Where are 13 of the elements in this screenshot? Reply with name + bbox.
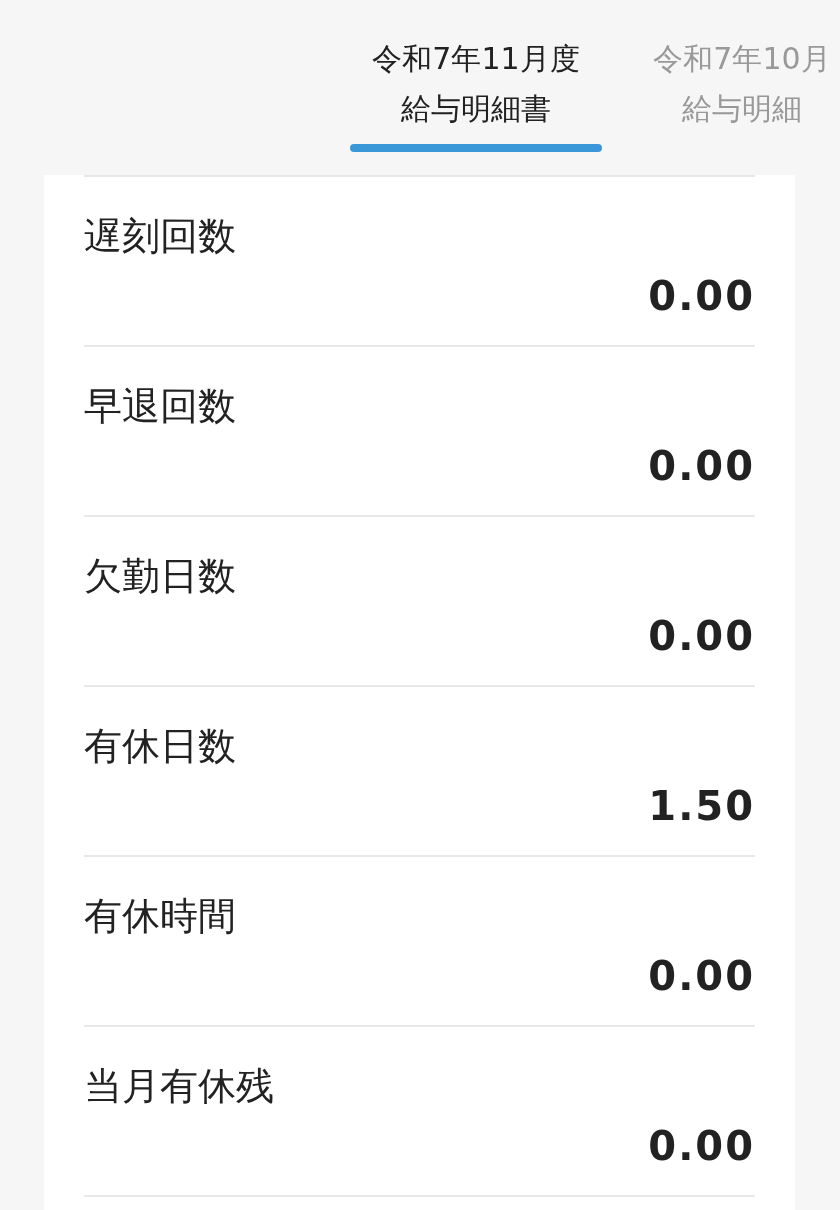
- item-label: 有休時間: [84, 893, 237, 939]
- item-label: 欠勤日数: [84, 553, 237, 599]
- item-label: 有休日数: [84, 723, 237, 769]
- item-label: 早退回数: [84, 383, 237, 429]
- item-value: 1.50: [647, 782, 755, 830]
- item-value: 0.00: [647, 272, 755, 320]
- item-value: 0.00: [647, 612, 755, 660]
- item-value: 0.00: [647, 442, 755, 490]
- item-label: 遅刻回数: [84, 213, 237, 259]
- item-label: 当月有休残: [84, 1063, 275, 1109]
- item-value: 0.00: [647, 952, 755, 1000]
- month-tab[interactable]: 令和7年11月度 給与明細書: [350, 34, 602, 134]
- item-value: 0.00: [647, 1122, 755, 1170]
